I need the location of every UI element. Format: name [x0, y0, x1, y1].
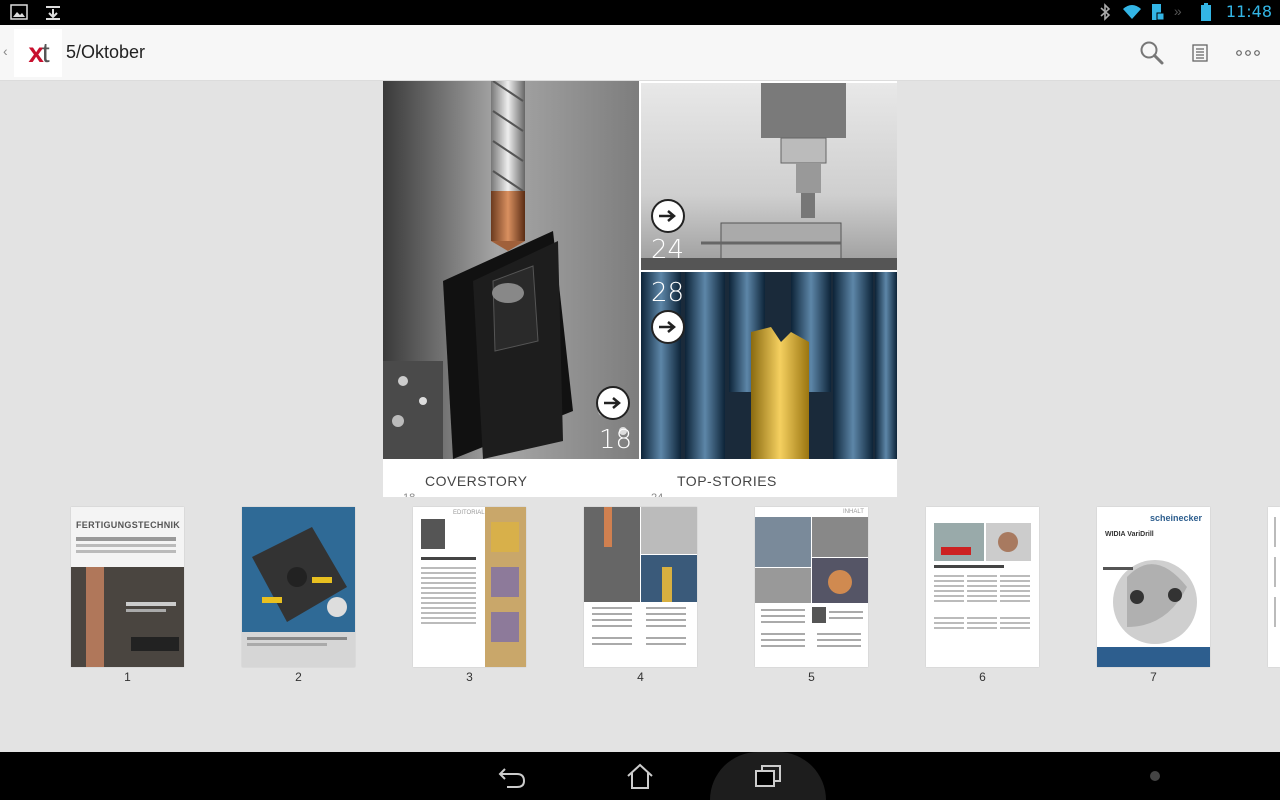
page-thumbnail-2[interactable]: [242, 507, 355, 667]
page-number: 1: [124, 670, 131, 684]
page-thumbnail-5[interactable]: INHALT: [755, 507, 868, 667]
action-bar: ‹ xt 5/Oktober: [0, 25, 1280, 81]
page-number: 3: [466, 670, 473, 684]
thumbnail-title: EDITORIAL: [453, 510, 485, 516]
story-page-number: 28: [651, 278, 685, 308]
home-icon[interactable]: [620, 760, 660, 792]
coverstory-tile[interactable]: 18: [383, 81, 639, 459]
page-thumbnails: FERTIGUNGSTECHNIK 1 2 EDITORIAL 3 4 INHA…: [0, 497, 1280, 752]
recents-icon[interactable]: [748, 760, 788, 792]
page-thumbnail-8[interactable]: [1268, 507, 1280, 667]
thumbnail-title: INHALT: [843, 509, 864, 515]
open-coverstory-button[interactable]: [596, 386, 630, 420]
coverstory-label: COVERSTORY: [425, 473, 528, 489]
page-thumbnail-1[interactable]: FERTIGUNGSTECHNIK: [71, 507, 184, 667]
image-icon: [10, 3, 28, 21]
arrow-right-icon: [659, 210, 676, 222]
battery-icon: [1200, 2, 1218, 21]
arrow-right-icon: [604, 397, 621, 409]
open-story-28-button[interactable]: [651, 310, 685, 344]
open-story-24-button[interactable]: [651, 199, 685, 233]
page-thumbnail-4[interactable]: [584, 507, 697, 667]
story-page-number: 24: [651, 235, 685, 265]
sd-card-icon: [1148, 3, 1166, 21]
top-story-tile-24[interactable]: 24: [641, 83, 897, 270]
page-thumbnail-7[interactable]: scheinecker WIDIA VariDrill: [1097, 507, 1210, 667]
page-number: 4: [637, 670, 644, 684]
coverstory-page-number: 18: [599, 425, 633, 455]
featured-spread: 18 24 28 COVERSTORY TOP-STORIES: [383, 81, 897, 497]
thumbnail-title: scheinecker: [1149, 513, 1202, 523]
navigation-bar: [0, 752, 1280, 800]
page-number: 6: [979, 670, 986, 684]
app-logo[interactable]: xt: [14, 29, 62, 77]
wifi-icon: [1122, 3, 1141, 21]
back-icon[interactable]: [492, 760, 532, 792]
page-number: 5: [808, 670, 815, 684]
search-icon[interactable]: [1138, 39, 1166, 67]
overflow-icon[interactable]: [1234, 39, 1262, 67]
top-stories-label: TOP-STORIES: [677, 473, 777, 489]
arrow-right-icon: [659, 321, 676, 333]
page-thumbnail-6[interactable]: [926, 507, 1039, 667]
download-icon: [44, 3, 62, 21]
status-bar: » 11:48: [0, 0, 1280, 25]
page-thumbnail-3[interactable]: EDITORIAL: [413, 507, 526, 667]
nav-menu-dot[interactable]: [1150, 771, 1160, 781]
up-caret-icon[interactable]: ‹: [3, 43, 8, 59]
page-number: 7: [1150, 670, 1157, 684]
page-title: 5/Oktober: [66, 42, 146, 62]
clock: 11:48: [1225, 2, 1272, 21]
list-icon[interactable]: [1186, 39, 1214, 67]
thumbnail-title: FERTIGUNGSTECHNIK: [76, 520, 181, 530]
top-story-tile-28[interactable]: 28: [641, 272, 897, 459]
page-number: 2: [295, 670, 302, 684]
more-notifications-icon: »: [1173, 2, 1182, 19]
thumbnail-subtitle: WIDIA VariDrill: [1105, 531, 1154, 538]
bluetooth-icon: [1096, 2, 1114, 21]
